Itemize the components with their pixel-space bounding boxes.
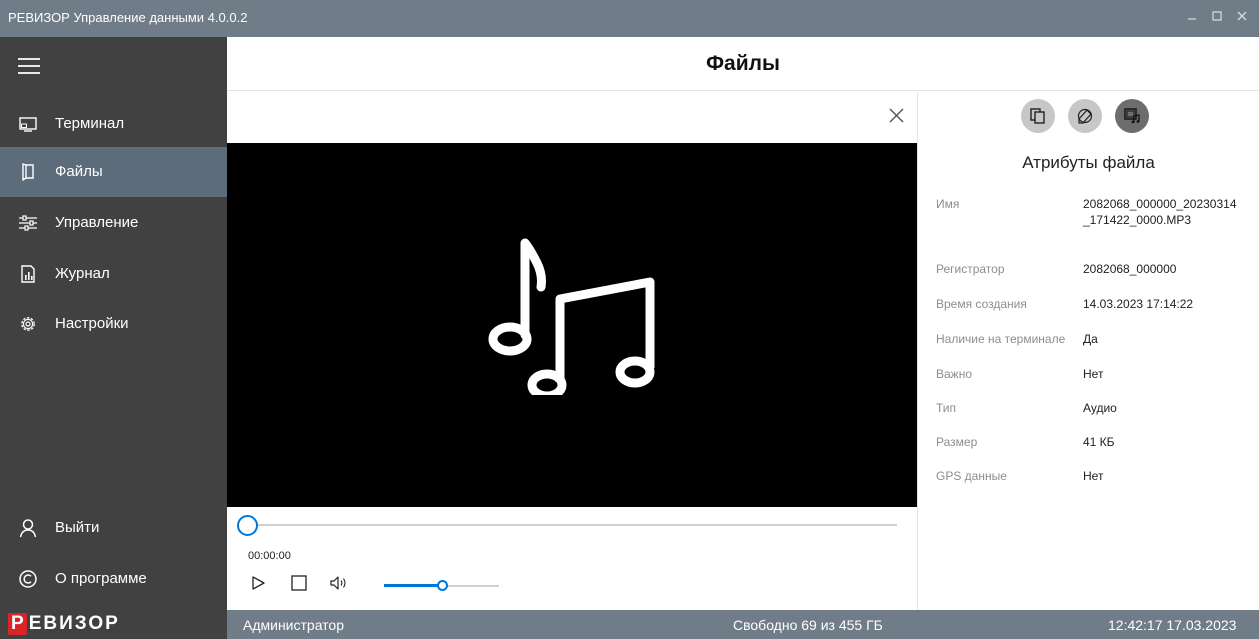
monitor-icon (19, 117, 37, 132)
close-player-button[interactable] (887, 106, 907, 126)
attr-value-type: Аудио (1083, 401, 1117, 415)
current-user: Администратор (243, 617, 345, 633)
page-header: Файлы (227, 37, 1259, 91)
hamburger-menu-icon[interactable] (18, 58, 40, 74)
timecode: 00:00:00 (248, 550, 291, 562)
seek-bar[interactable] (257, 524, 897, 526)
page-title: Файлы (706, 52, 780, 75)
logout-label: Выйти (55, 519, 100, 536)
attr-value-recorder: 2082068_000000 (1083, 262, 1177, 276)
attr-label-created: Время создания (936, 297, 1027, 311)
file-attributes-panel: Атрибуты файла Имя 2082068_000000_202303… (918, 92, 1259, 610)
sidebar-item-terminal[interactable]: Терминал (0, 99, 227, 149)
sidebar-item-files[interactable]: Файлы (0, 147, 227, 197)
media-file-icon (1124, 108, 1140, 124)
sidebar: Терминал Файлы Управление Журнал Настрой… (0, 37, 227, 610)
stop-icon (291, 575, 307, 591)
sliders-icon (19, 215, 37, 231)
minimize-button[interactable] (1182, 9, 1202, 27)
attr-label-gps: GPS данные (936, 469, 1007, 483)
attr-value-gps: Нет (1083, 469, 1104, 483)
media-display (227, 143, 917, 507)
music-notes-icon (488, 238, 655, 395)
status-bar: Р ЕВИЗОР Администратор Свободно 69 из 455… (0, 610, 1259, 639)
maximize-button[interactable] (1207, 9, 1227, 27)
about-label: О программе (55, 570, 147, 587)
close-icon (1237, 11, 1247, 21)
volume-button[interactable] (328, 573, 348, 593)
disk-space: Свободно 69 из 455 ГБ (733, 617, 883, 633)
attr-label-important: Важно (936, 367, 973, 381)
attr-value-important: Нет (1083, 367, 1104, 381)
sidebar-item-settings[interactable]: Настройки (0, 299, 227, 349)
tag-icon (1077, 108, 1093, 124)
attributes-title: Атрибуты файла (1022, 153, 1155, 172)
play-icon (252, 576, 265, 590)
sidebar-item-label: Терминал (55, 115, 125, 132)
sidebar-item-label: Файлы (55, 163, 103, 180)
window-title: РЕВИЗОР Управление данными 4.0.0.2 (8, 10, 248, 25)
media-player: 00:00:00 (227, 92, 917, 610)
attr-label-name: Имя (936, 197, 960, 211)
journal-icon (21, 265, 35, 283)
file-icon (22, 163, 34, 181)
seek-thumb[interactable] (237, 515, 258, 536)
close-icon (889, 108, 904, 123)
sidebar-item-management[interactable]: Управление (0, 198, 227, 248)
gear-icon (21, 317, 35, 331)
title-bar: РЕВИЗОР Управление данными 4.0.0.2 (0, 0, 1259, 37)
attr-value-created: 14.03.2023 17:14:22 (1083, 297, 1194, 311)
volume-level (384, 584, 442, 587)
about-button[interactable]: О программе (0, 554, 227, 604)
speaker-icon (330, 576, 346, 590)
volume-thumb[interactable] (437, 580, 448, 591)
copy-button[interactable] (1021, 99, 1055, 133)
app-window: РЕВИЗОР Управление данными 4.0.0.2 Терми… (0, 0, 1259, 639)
maximize-icon (1212, 11, 1222, 21)
copy-icon (1030, 108, 1045, 124)
play-button[interactable] (248, 573, 268, 593)
attr-value-on-terminal: Да (1083, 332, 1098, 346)
logo-area: Р ЕВИЗОР (0, 610, 227, 639)
attr-label-recorder: Регистратор (936, 262, 1005, 276)
attr-label-type: Тип (936, 401, 957, 415)
sidebar-item-label: Настройки (55, 315, 129, 332)
sidebar-item-journal[interactable]: Журнал (0, 249, 227, 299)
logout-button[interactable]: Выйти (0, 503, 227, 553)
attr-label-size: Размер (936, 435, 978, 449)
sidebar-item-label: Управление (55, 214, 139, 231)
close-window-button[interactable] (1232, 9, 1252, 27)
attr-value-name: 2082068_000000_20230314_171422_0000.MP3 (1083, 197, 1237, 227)
copyright-icon (19, 570, 37, 588)
app-logo: Р ЕВИЗОР (8, 613, 120, 635)
attr-label-on-terminal: Наличие на терминале (936, 332, 1066, 346)
export-media-button[interactable] (1115, 99, 1149, 133)
attr-value-size: 41 КБ (1083, 435, 1115, 449)
tag-button[interactable] (1068, 99, 1102, 133)
sidebar-item-label: Журнал (55, 265, 110, 282)
stop-button[interactable] (289, 573, 309, 593)
clock: 12:42:17 17.03.2023 (1108, 617, 1237, 633)
minimize-icon (1188, 18, 1196, 20)
user-icon (19, 519, 37, 538)
